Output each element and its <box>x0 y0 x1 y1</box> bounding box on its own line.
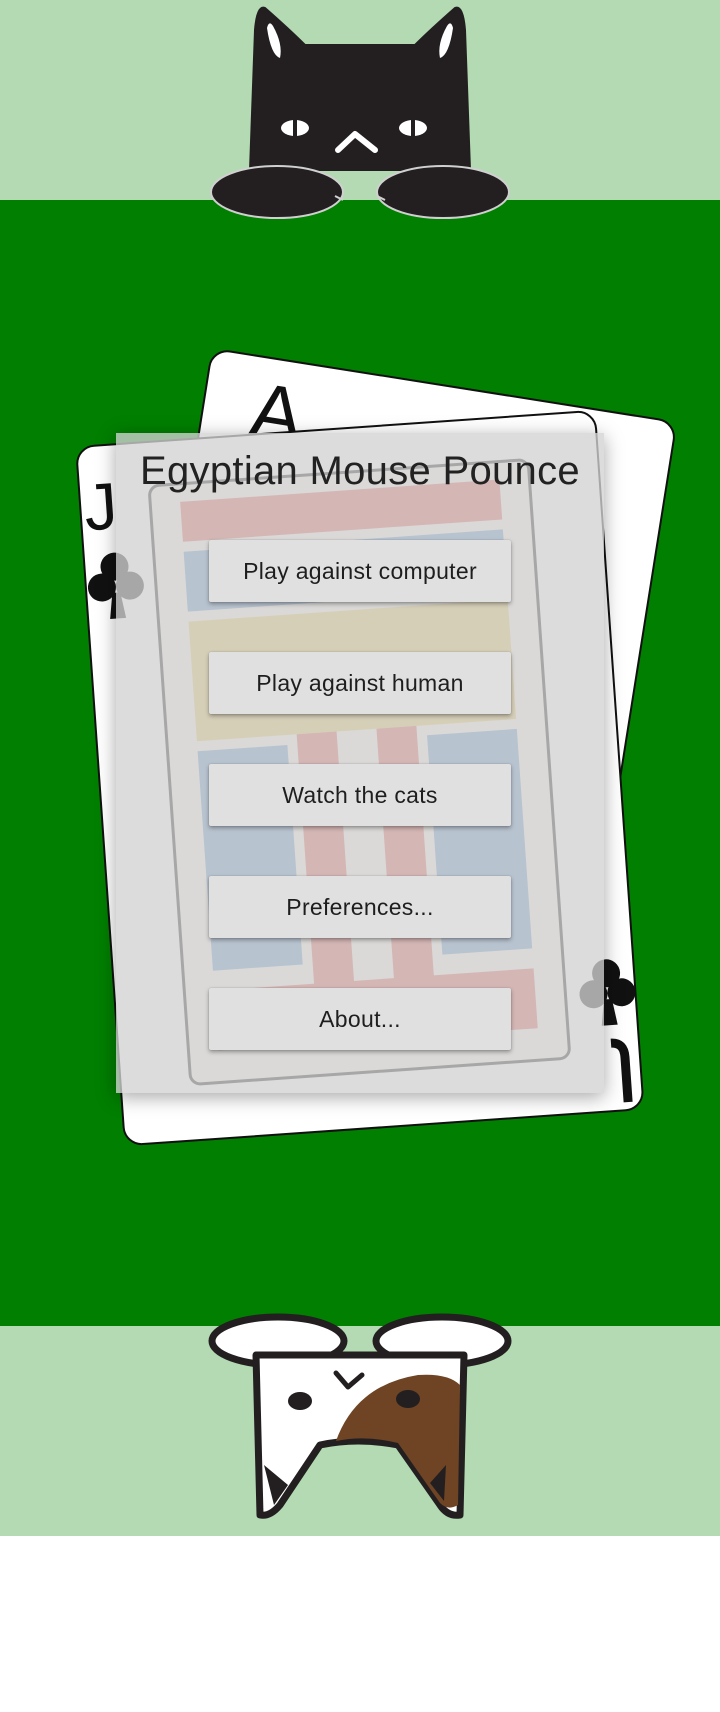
main-menu-panel: Egyptian Mouse Pounce Play against compu… <box>116 433 604 1093</box>
play-against-computer-button[interactable]: Play against computer <box>209 540 511 602</box>
watch-the-cats-button[interactable]: Watch the cats <box>209 764 511 826</box>
play-against-human-button[interactable]: Play against human <box>209 652 511 714</box>
black-cat-icon <box>210 6 510 219</box>
about-button[interactable]: About... <box>209 988 511 1050</box>
brown-white-cat-icon <box>208 1313 512 1519</box>
preferences-button[interactable]: Preferences... <box>209 876 511 938</box>
jack-rank-label: J <box>82 468 120 544</box>
app-title: Egyptian Mouse Pounce <box>140 449 580 493</box>
